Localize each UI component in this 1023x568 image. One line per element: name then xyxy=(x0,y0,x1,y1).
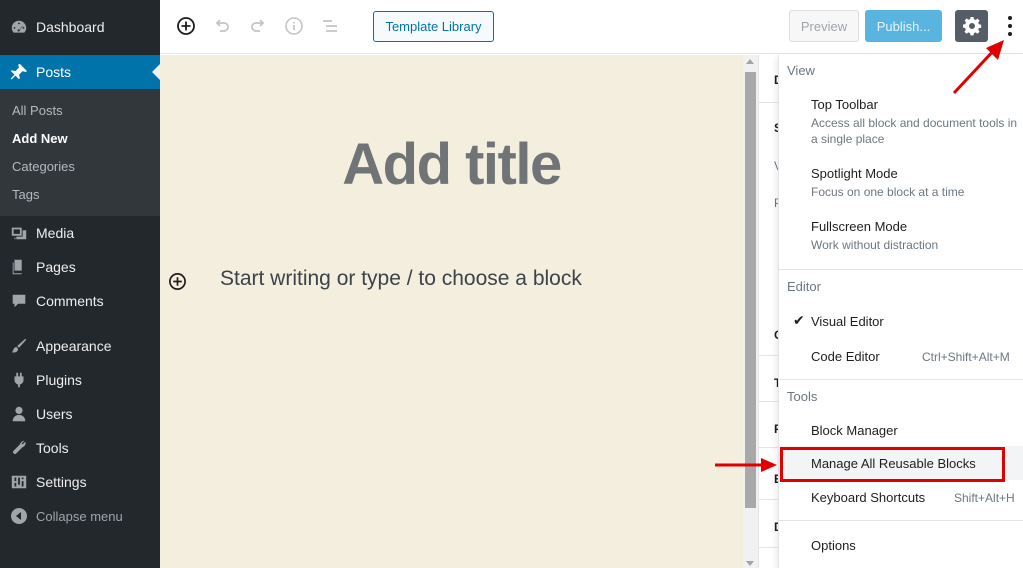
item-title: Visual Editor xyxy=(811,314,884,329)
menu-item-visual-editor[interactable]: Visual Editor xyxy=(811,314,1023,329)
menu-label: Posts xyxy=(36,64,72,80)
submenu-add-new[interactable]: Add New xyxy=(12,131,68,146)
block-inserter-icon[interactable] xyxy=(167,271,187,291)
settings-sliders-icon xyxy=(0,473,36,491)
item-title: Top Toolbar xyxy=(811,97,878,112)
publish-button[interactable]: Publish... xyxy=(865,10,942,42)
menu-label: Settings xyxy=(36,474,87,490)
menu-item-plugins[interactable]: Plugins xyxy=(0,363,160,397)
preview-button[interactable]: Preview xyxy=(789,10,859,42)
dot xyxy=(1008,24,1012,28)
menu-label: Users xyxy=(36,406,73,422)
item-title: Fullscreen Mode xyxy=(811,219,908,234)
more-options-button[interactable] xyxy=(1002,12,1018,40)
info-icon[interactable] xyxy=(283,15,305,37)
admin-sidebar: Dashboard Posts All Posts Add New Catego… xyxy=(0,0,160,568)
add-block-icon[interactable] xyxy=(175,15,197,37)
scroll-down-arrow[interactable] xyxy=(746,561,754,566)
menu-item-users[interactable]: Users xyxy=(0,397,160,431)
divider xyxy=(779,520,1023,521)
dot xyxy=(1008,16,1012,20)
item-description: Focus on one block at a time xyxy=(811,185,965,199)
editor-toolbar: Template Library Preview Publish... xyxy=(160,0,1023,54)
scroll-up-arrow[interactable] xyxy=(746,59,754,64)
item-title: Block Manager xyxy=(811,423,898,438)
menu-item-comments[interactable]: Comments xyxy=(0,284,160,318)
annotation-arrow-right xyxy=(715,458,777,472)
dot xyxy=(1008,32,1012,36)
pages-icon xyxy=(0,258,36,276)
group-label-view: View xyxy=(787,63,815,78)
menu-label: Pages xyxy=(36,259,76,275)
item-title: Spotlight Mode xyxy=(811,166,898,181)
menu-item-options[interactable]: Options xyxy=(811,538,1023,553)
block-navigation-icon[interactable] xyxy=(319,15,341,37)
divider xyxy=(779,269,1023,270)
submenu-all-posts[interactable]: All Posts xyxy=(12,103,63,118)
menu-label: Appearance xyxy=(36,338,112,354)
posts-submenu: All Posts Add New Categories Tags xyxy=(0,89,160,216)
shortcut-label: Shift+Alt+H xyxy=(954,491,1015,505)
users-icon xyxy=(0,405,36,423)
menu-label: Plugins xyxy=(36,372,82,388)
menu-item-media[interactable]: Media xyxy=(0,216,160,250)
menu-label: Comments xyxy=(36,293,104,309)
menu-item-spotlight-mode[interactable]: Spotlight Mode Focus on one block at a t… xyxy=(811,166,1023,200)
dashboard-icon xyxy=(0,18,36,36)
media-icon xyxy=(0,224,36,242)
menu-label: Dashboard xyxy=(36,19,105,35)
annotation-highlight-box xyxy=(780,447,1005,482)
editor-scrollbar[interactable] xyxy=(743,55,758,568)
menu-item-dashboard[interactable]: Dashboard xyxy=(0,10,160,44)
editor-canvas: Add title Start writing or type / to cho… xyxy=(160,55,743,568)
group-label-editor: Editor xyxy=(787,279,821,294)
block-placeholder[interactable]: Start writing or type / to choose a bloc… xyxy=(220,267,582,291)
collapse-arrow-icon xyxy=(0,508,36,524)
plugin-icon xyxy=(0,371,36,389)
menu-item-block-manager[interactable]: Block Manager xyxy=(811,423,1023,438)
menu-item-pages[interactable]: Pages xyxy=(0,250,160,284)
menu-label: Media xyxy=(36,225,75,241)
menu-item-tools[interactable]: Tools xyxy=(0,431,160,465)
submenu-tags[interactable]: Tags xyxy=(12,187,39,202)
gear-icon xyxy=(962,17,981,36)
menu-item-posts[interactable]: Posts xyxy=(0,55,160,89)
menu-item-top-toolbar[interactable]: Top Toolbar Access all block and documen… xyxy=(811,97,1023,147)
redo-icon[interactable] xyxy=(247,15,269,37)
comments-icon xyxy=(0,292,36,310)
pin-icon xyxy=(0,63,36,81)
scroll-thumb[interactable] xyxy=(745,72,756,508)
menu-item-settings[interactable]: Settings xyxy=(0,465,160,499)
undo-icon[interactable] xyxy=(211,15,233,37)
brush-icon xyxy=(0,337,36,355)
item-description: Work without distraction xyxy=(811,238,939,252)
divider xyxy=(779,379,1023,380)
menu-item-appearance[interactable]: Appearance xyxy=(0,329,160,363)
annotation-arrow-up xyxy=(952,40,1004,95)
collapse-label: Collapse menu xyxy=(36,508,123,524)
item-description: Access all block and document tools in a… xyxy=(811,116,1018,146)
menu-label: Tools xyxy=(36,440,69,456)
more-tools-dropdown: View Top Toolbar Access all block and do… xyxy=(778,55,1023,568)
wrench-icon xyxy=(0,439,36,457)
post-title-input[interactable]: Add title xyxy=(160,131,743,198)
template-library-button[interactable]: Template Library xyxy=(373,11,494,42)
collapse-menu-button[interactable]: Collapse menu xyxy=(0,499,160,533)
menu-item-fullscreen-mode[interactable]: Fullscreen Mode Work without distraction xyxy=(811,219,1023,253)
submenu-categories[interactable]: Categories xyxy=(12,159,75,174)
checkmark-icon: ✔ xyxy=(793,312,805,328)
group-label-tools: Tools xyxy=(787,389,818,404)
item-title: Options xyxy=(811,538,856,553)
shortcut-label: Ctrl+Shift+Alt+M xyxy=(922,350,1010,364)
